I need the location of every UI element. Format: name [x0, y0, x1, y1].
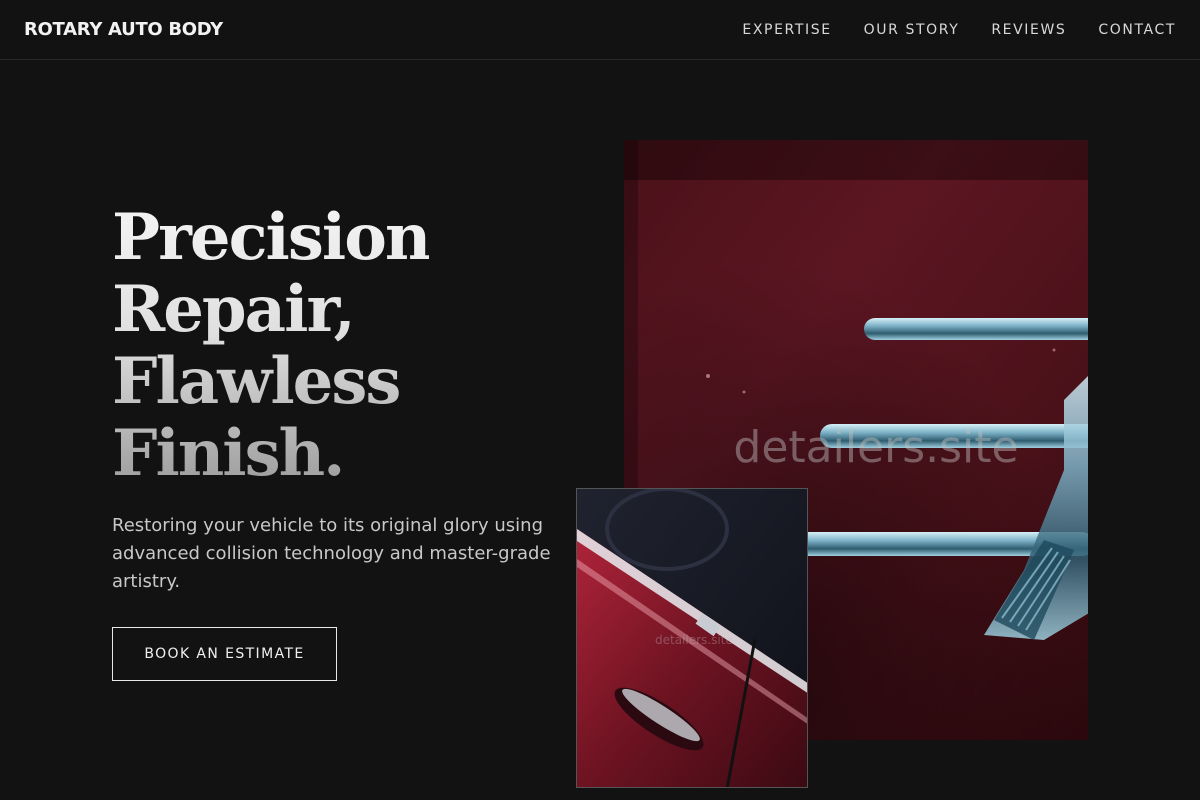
- nav-link-expertise[interactable]: EXPERTISE: [742, 20, 831, 40]
- hero-inset-image: detailers.site: [576, 488, 808, 788]
- nav-link-contact[interactable]: CONTACT: [1098, 20, 1176, 40]
- main-nav: EXPERTISE OUR STORY REVIEWS CONTACT: [742, 20, 1176, 40]
- hero-title-line: Repair,: [112, 272, 354, 347]
- nav-link-reviews[interactable]: REVIEWS: [991, 20, 1066, 40]
- book-estimate-button[interactable]: BOOK AN ESTIMATE: [112, 627, 337, 681]
- site-header: ROTARY AUTO BODY EXPERTISE OUR STORY REV…: [0, 0, 1200, 60]
- page: ROTARY AUTO BODY EXPERTISE OUR STORY REV…: [0, 0, 1200, 800]
- brand-logo[interactable]: ROTARY AUTO BODY: [24, 18, 223, 42]
- hero-title-line: Finish.: [112, 416, 344, 491]
- hero-title-line: Flawless: [112, 344, 400, 419]
- hero-title-line: Precision: [112, 200, 430, 275]
- hero-title: Precision Repair, Flawless Finish.: [112, 202, 429, 490]
- nav-link-our-story[interactable]: OUR STORY: [864, 20, 960, 40]
- door-handle-photo: [577, 489, 807, 787]
- hero-subtitle: Restoring your vehicle to its original g…: [112, 515, 551, 592]
